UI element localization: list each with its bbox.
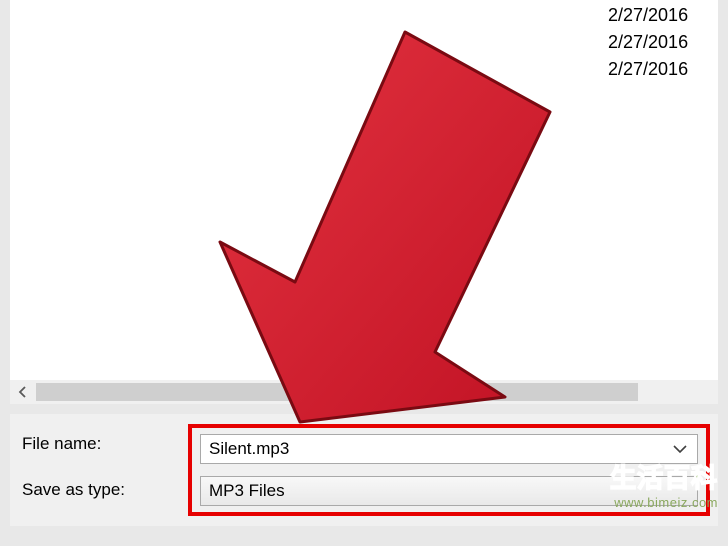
save-as-type-value: MP3 Files: [209, 481, 285, 501]
file-name-label: File name:: [22, 434, 101, 454]
file-name-input[interactable]: Silent.mp3: [200, 434, 698, 464]
save-as-type-label: Save as type:: [22, 480, 125, 500]
scroll-left-arrow-icon[interactable]: [10, 380, 36, 404]
file-list-pane[interactable]: 2/27/2016 2/27/2016 2/27/2016: [10, 0, 718, 380]
horizontal-scrollbar[interactable]: [10, 380, 718, 404]
file-name-value: Silent.mp3: [209, 439, 289, 459]
date-cell: 2/27/2016: [608, 29, 718, 56]
scrollbar-track[interactable]: [36, 383, 638, 401]
save-dialog-form: Silent.mp3 MP3 Files: [10, 414, 718, 526]
date-modified-column: 2/27/2016 2/27/2016 2/27/2016: [608, 0, 718, 83]
date-cell: 2/27/2016: [608, 2, 718, 29]
chevron-down-icon[interactable]: [673, 444, 687, 454]
date-cell: 2/27/2016: [608, 56, 718, 83]
save-as-type-select[interactable]: MP3 Files: [200, 476, 698, 506]
highlight-box: Silent.mp3 MP3 Files: [188, 424, 710, 516]
